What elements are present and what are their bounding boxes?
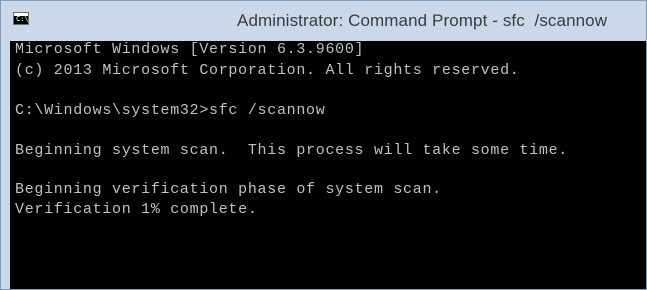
console-line-verification-phase: Beginning verification phase of system s… — [15, 181, 442, 198]
title-bar[interactable]: C:\ Administrator: Command Prompt - sfc … — [1, 1, 646, 41]
console-line-scan-start: Beginning system scan. This process will… — [15, 142, 568, 159]
icon-prompt-glyph: C:\ — [16, 15, 29, 23]
console-line-verification-progress: Verification 1% complete. — [15, 201, 258, 218]
window-left-frame — [1, 41, 10, 289]
console-line-version: Microsoft Windows [Version 6.3.9600] — [15, 41, 365, 58]
command-prompt-window[interactable]: C:\ Administrator: Command Prompt - sfc … — [0, 0, 647, 290]
command-prompt-icon[interactable]: C:\ — [13, 12, 29, 25]
window-title: Administrator: Command Prompt - sfc /sca… — [237, 11, 608, 30]
console-line-copyright: (c) 2013 Microsoft Corporation. All righ… — [15, 62, 520, 79]
console-output-area[interactable]: Microsoft Windows [Version 6.3.9600] (c)… — [10, 41, 646, 289]
console-line-command: C:\Windows\system32>sfc /scannow — [15, 102, 326, 119]
